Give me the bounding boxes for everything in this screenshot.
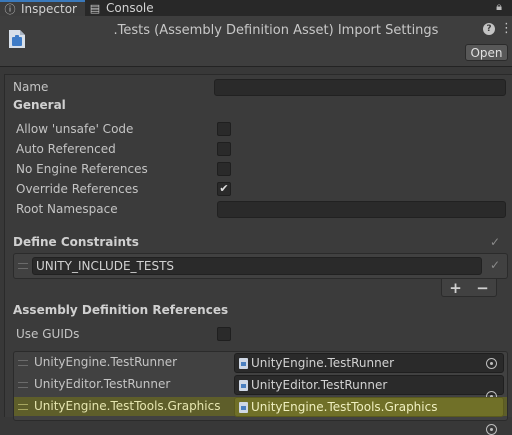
inspector-header: .Tests (Assembly Definition Asset) Impor… — [0, 16, 512, 67]
object-picker-icon[interactable] — [486, 358, 497, 369]
reference-name: UnityEditor.TestRunner — [34, 377, 171, 391]
lock-icon[interactable]: 🔒︎ — [496, 0, 502, 14]
open-button[interactable]: Open — [465, 44, 508, 61]
tab-inspector[interactable]: ⓘ Inspector — [0, 0, 85, 16]
reference-value: UnityEngine.TestTools.Graphics — [251, 400, 438, 414]
header-title: .Tests (Assembly Definition Asset) Impor… — [113, 23, 439, 38]
help-icon[interactable]: ? — [483, 23, 495, 35]
name-input[interactable] — [214, 79, 506, 96]
asset-file-icon — [239, 357, 248, 369]
auto-referenced-label: Auto Referenced — [16, 142, 116, 156]
constraint-valid-icon: ✓ — [490, 258, 501, 272]
object-picker-icon[interactable] — [486, 424, 497, 435]
allow-unsafe-label: Allow 'unsafe' Code — [16, 122, 134, 136]
general-section-title: General — [13, 98, 66, 112]
reference-name: UnityEngine.TestRunner — [34, 355, 178, 369]
override-references-checkbox[interactable]: ✔ — [217, 182, 231, 196]
reference-object-field[interactable]: UnityEngine.TestTools.Graphics — [234, 397, 504, 417]
reference-name: UnityEngine.TestTools.Graphics — [34, 399, 221, 413]
allow-unsafe-checkbox[interactable] — [217, 122, 231, 136]
reference-object-field[interactable]: UnityEditor.TestRunner — [234, 375, 504, 395]
drag-handle-icon[interactable] — [18, 360, 28, 366]
reference-value: UnityEngine.TestRunner — [251, 356, 395, 370]
auto-referenced-checkbox[interactable] — [217, 142, 231, 156]
more-options-icon[interactable]: ⋮ — [500, 21, 512, 36]
asset-file-icon — [239, 401, 248, 413]
root-namespace-label: Root Namespace — [16, 202, 118, 216]
remove-button[interactable]: − — [476, 279, 489, 297]
console-icon: ▤ — [89, 1, 101, 15]
use-guids-checkbox[interactable] — [217, 327, 231, 341]
checkmark-icon: ✔ — [219, 182, 229, 195]
add-button[interactable]: + — [449, 279, 462, 297]
drag-handle-icon[interactable] — [18, 382, 28, 388]
name-label: Name — [13, 80, 49, 94]
reference-value: UnityEditor.TestRunner — [251, 378, 388, 392]
list-footer-buttons: + − — [441, 279, 497, 297]
tab-console[interactable]: ▤ Console — [85, 0, 170, 16]
drag-handle-icon[interactable] — [18, 404, 28, 410]
no-engine-references-checkbox[interactable] — [217, 162, 231, 176]
define-constraints-title: Define Constraints — [13, 235, 139, 249]
define-constraints-valid-icon: ✓ — [490, 235, 501, 249]
reference-object-field[interactable]: UnityEngine.TestRunner — [234, 353, 504, 373]
asset-file-icon — [239, 379, 248, 391]
tab-console-label: Console — [106, 1, 154, 15]
tab-inspector-label: Inspector — [21, 2, 77, 16]
override-references-label: Override References — [16, 182, 139, 196]
drag-handle-icon[interactable] — [18, 263, 28, 269]
root-namespace-input[interactable] — [217, 201, 506, 218]
info-icon: ⓘ — [4, 3, 16, 16]
define-constraint-input[interactable]: UNITY_INCLUDE_TESTS — [32, 257, 482, 275]
no-engine-references-label: No Engine References — [16, 162, 148, 176]
use-guids-label: Use GUIDs — [16, 327, 80, 341]
assembly-references-title: Assembly Definition References — [13, 303, 229, 317]
